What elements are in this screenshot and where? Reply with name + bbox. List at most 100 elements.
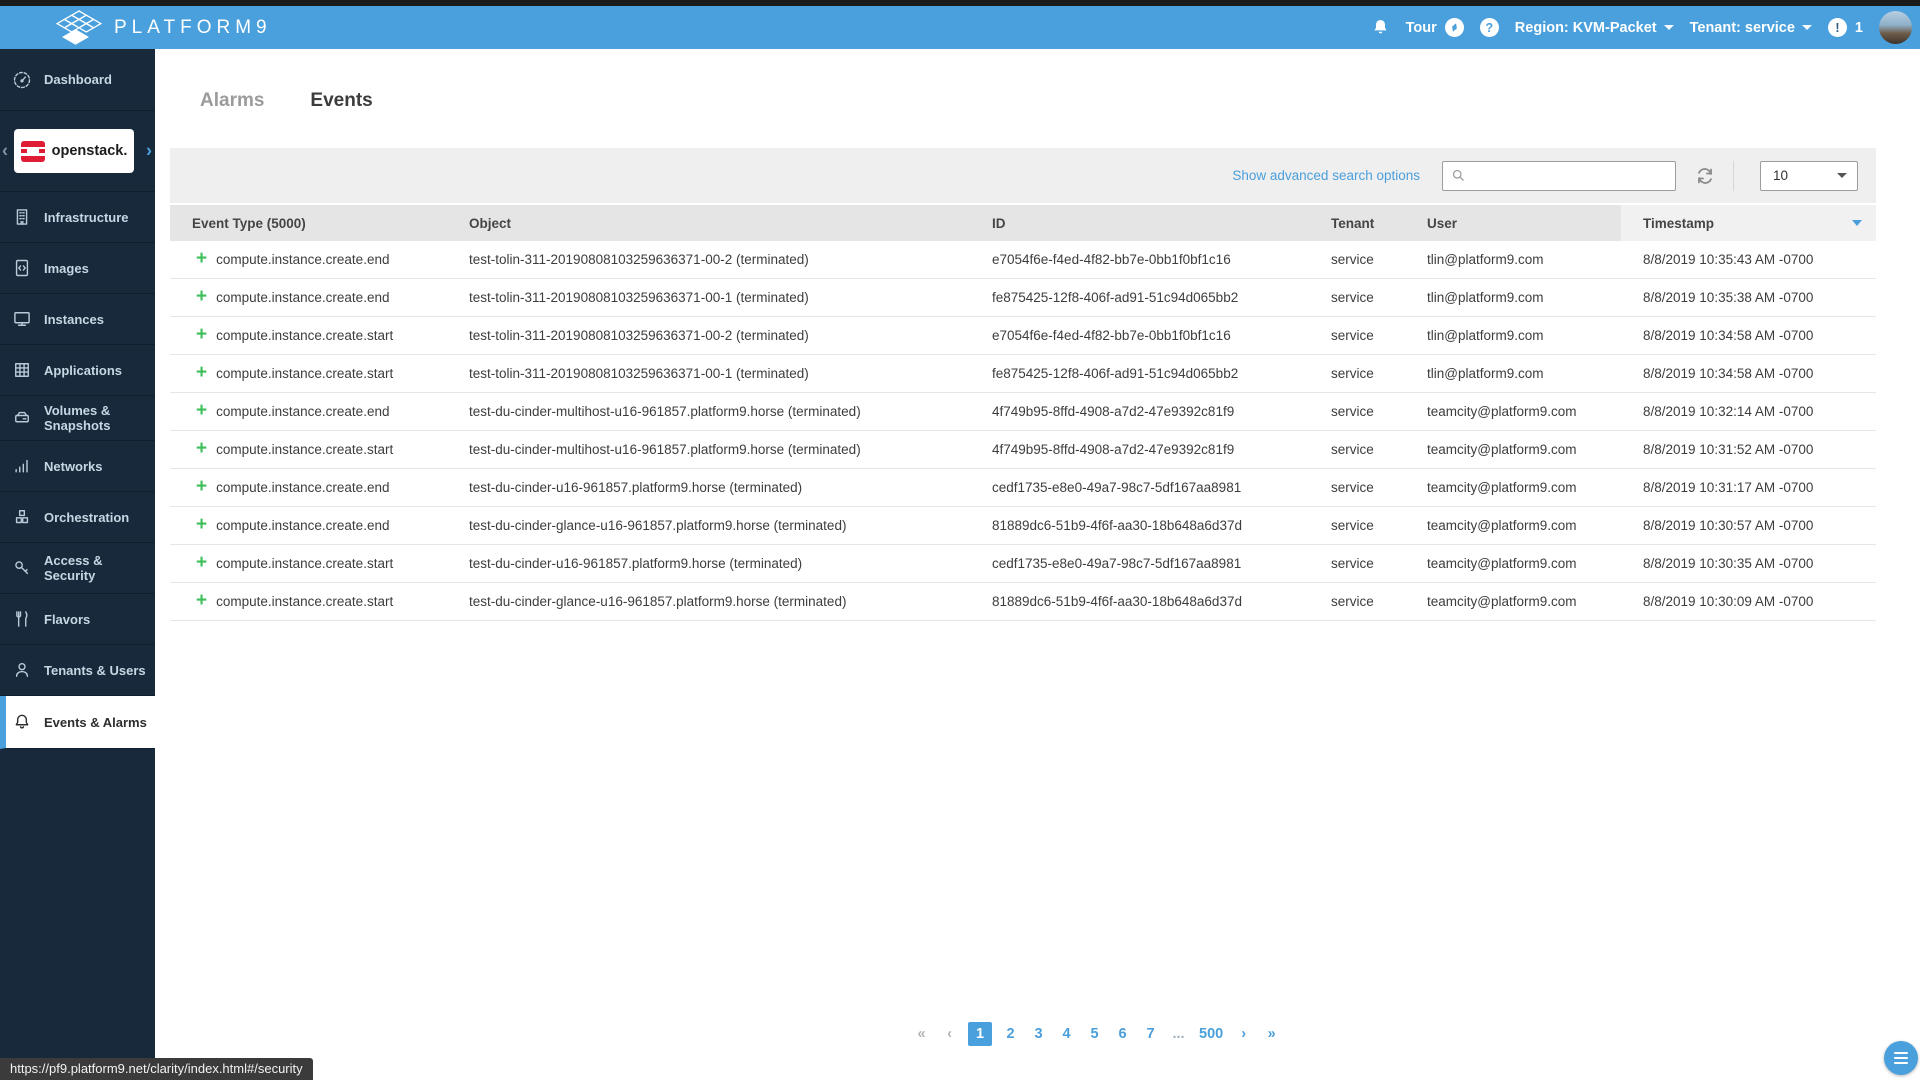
page-500-button[interactable]: 500	[1197, 1022, 1225, 1046]
user-cell: teamcity@platform9.com	[1427, 404, 1577, 419]
column-header-id[interactable]: ID	[970, 216, 1309, 231]
search-box	[1442, 160, 1676, 191]
user-avatar[interactable]	[1879, 11, 1912, 44]
column-header-user[interactable]: User	[1405, 216, 1621, 231]
notifications-bell-icon[interactable]	[1371, 18, 1390, 37]
column-header-event-type[interactable]: Event Type (5000)	[170, 216, 447, 231]
table-row[interactable]: + compute.instance.create.start test-du-…	[170, 583, 1876, 621]
alerts-indicator[interactable]: ! 1	[1827, 18, 1863, 37]
page-size-select[interactable]: 10	[1760, 160, 1858, 191]
sidebar-item-flavors[interactable]: Flavors	[0, 594, 155, 645]
page-2-button[interactable]: 2	[1001, 1022, 1020, 1046]
users-icon	[12, 660, 32, 680]
object-cell: test-tolin-311-20190808103259636371-00-1…	[469, 366, 809, 381]
sidebar-item-volumes-snapshots[interactable]: Volumes & Snapshots	[0, 396, 155, 441]
cubes-icon	[12, 507, 32, 527]
event-type-cell: compute.instance.create.end	[216, 480, 390, 495]
sidebar-item-images[interactable]: Images	[0, 243, 155, 294]
menu-fab-button[interactable]	[1884, 1041, 1918, 1075]
next-page-button[interactable]: ›	[1234, 1022, 1253, 1046]
tab-events[interactable]: Events	[310, 90, 372, 112]
divider	[1733, 160, 1734, 191]
sidebar-item-orchestration[interactable]: Orchestration	[0, 492, 155, 543]
table-row[interactable]: + compute.instance.create.end test-tolin…	[170, 279, 1876, 317]
expand-plus-icon[interactable]: +	[196, 593, 207, 610]
object-cell: test-du-cinder-multihost-u16-961857.plat…	[469, 442, 861, 457]
sidebar-item-infrastructure[interactable]: Infrastructure	[0, 192, 155, 243]
monitor-icon	[12, 309, 32, 329]
table-row[interactable]: + compute.instance.create.start test-du-…	[170, 431, 1876, 469]
expand-plus-icon[interactable]: +	[196, 327, 207, 344]
expand-plus-icon[interactable]: +	[196, 365, 207, 382]
timestamp-cell: 8/8/2019 10:34:58 AM -0700	[1643, 366, 1814, 381]
user-cell: teamcity@platform9.com	[1427, 594, 1577, 609]
page-1-button[interactable]: 1	[968, 1022, 992, 1046]
help-icon[interactable]: ?	[1479, 18, 1499, 37]
tenant-cell: service	[1331, 290, 1374, 305]
tenant-label: Tenant: service	[1689, 19, 1795, 36]
sidebar-top-list: Dashboard	[0, 49, 155, 111]
page-4-button[interactable]: 4	[1057, 1022, 1076, 1046]
object-cell: test-tolin-311-20190808103259636371-00-2…	[469, 328, 809, 343]
expand-plus-icon[interactable]: +	[196, 479, 207, 496]
table-row[interactable]: + compute.instance.create.end test-du-ci…	[170, 393, 1876, 431]
image-file-icon	[12, 258, 32, 278]
last-page-button[interactable]: »	[1262, 1022, 1281, 1046]
user-cell: tlin@platform9.com	[1427, 252, 1544, 267]
table-row[interactable]: + compute.instance.create.end test-tolin…	[170, 241, 1876, 279]
chevron-right-icon[interactable]: ›	[146, 141, 152, 162]
expand-plus-icon[interactable]: +	[196, 403, 207, 420]
events-panel: Show advanced search options 10 Event Ty…	[170, 148, 1876, 621]
table-row[interactable]: + compute.instance.create.start test-du-…	[170, 545, 1876, 583]
sidebar-item-dashboard[interactable]: Dashboard	[0, 49, 155, 111]
event-type-cell: compute.instance.create.start	[216, 556, 394, 571]
advanced-search-link[interactable]: Show advanced search options	[1232, 168, 1420, 183]
openstack-logo-text: openstack.	[51, 143, 128, 159]
chevron-down-icon	[1801, 25, 1812, 30]
page-7-button[interactable]: 7	[1141, 1022, 1160, 1046]
sidebar-item-tenants-users[interactable]: Tenants & Users	[0, 645, 155, 696]
table-row[interactable]: + compute.instance.create.start test-tol…	[170, 355, 1876, 393]
search-icon	[1452, 169, 1464, 181]
sidebar-item-instances[interactable]: Instances	[0, 294, 155, 345]
expand-plus-icon[interactable]: +	[196, 517, 207, 534]
event-type-cell: compute.instance.create.start	[216, 328, 394, 343]
openstack-logo[interactable]: openstack.	[14, 129, 134, 173]
tenant-menu[interactable]: Tenant: service	[1690, 20, 1812, 36]
table-row[interactable]: + compute.instance.create.end test-du-ci…	[170, 507, 1876, 545]
hamburger-icon	[1894, 1052, 1908, 1055]
top-bar: PLATFORM9 Tour ? Region: KVM-Packet Tena…	[0, 6, 1920, 49]
sort-desc-icon[interactable]	[1852, 220, 1862, 226]
page-5-button[interactable]: 5	[1085, 1022, 1104, 1046]
refresh-icon[interactable]	[1693, 164, 1717, 188]
object-cell: test-du-cinder-u16-961857.platform9.hors…	[469, 556, 803, 571]
column-header-timestamp[interactable]: Timestamp	[1621, 205, 1876, 241]
id-cell: 81889dc6-51b9-4f6f-aa30-18b648a6d37d	[992, 594, 1242, 609]
sidebar-item-events-alarms[interactable]: Events & Alarms	[0, 696, 155, 749]
column-header-tenant[interactable]: Tenant	[1309, 216, 1405, 231]
sidebar-item-applications[interactable]: Applications	[0, 345, 155, 396]
chevron-left-icon[interactable]: ‹	[2, 141, 8, 162]
page-3-button[interactable]: 3	[1029, 1022, 1048, 1046]
expand-plus-icon[interactable]: +	[196, 251, 207, 268]
platform9-logo[interactable]: PLATFORM9	[56, 9, 272, 46]
tenant-cell: service	[1331, 328, 1374, 343]
column-header-object[interactable]: Object	[447, 216, 970, 231]
region-menu[interactable]: Region: KVM-Packet	[1515, 20, 1674, 36]
sidebar-item-networks[interactable]: Networks	[0, 441, 155, 492]
tour-button[interactable]: Tour	[1406, 18, 1464, 37]
expand-plus-icon[interactable]: +	[196, 555, 207, 572]
page-6-button[interactable]: 6	[1113, 1022, 1132, 1046]
tenant-cell: service	[1331, 404, 1374, 419]
sidebar: Dashboard ‹ openstack. › Infrastructure …	[0, 49, 155, 1080]
tenant-cell: service	[1331, 252, 1374, 267]
expand-plus-icon[interactable]: +	[196, 289, 207, 306]
timestamp-cell: 8/8/2019 10:31:17 AM -0700	[1643, 480, 1814, 495]
tab-alarms[interactable]: Alarms	[200, 90, 264, 112]
sidebar-item-access-security[interactable]: Access & Security	[0, 543, 155, 594]
table-row[interactable]: + compute.instance.create.start test-tol…	[170, 317, 1876, 355]
table-row[interactable]: + compute.instance.create.end test-du-ci…	[170, 469, 1876, 507]
expand-plus-icon[interactable]: +	[196, 441, 207, 458]
search-input[interactable]	[1472, 167, 1667, 184]
utensils-icon	[12, 609, 32, 629]
